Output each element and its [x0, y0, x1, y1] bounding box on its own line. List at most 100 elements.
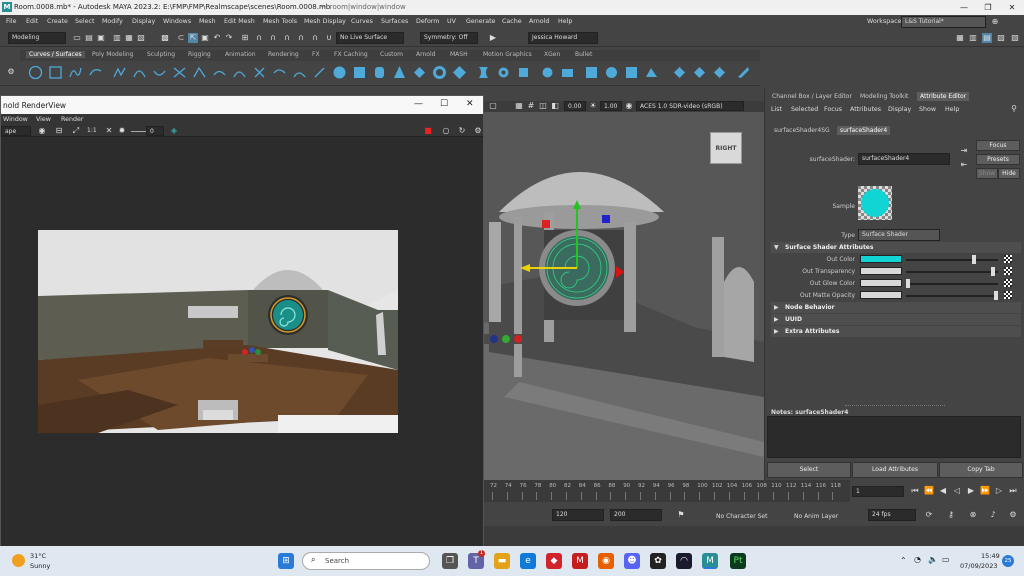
menu-mesh-tools[interactable]: Mesh Tools — [263, 18, 297, 25]
attr-color-swatch[interactable] — [860, 291, 902, 299]
insert-knot-icon[interactable] — [292, 65, 307, 80]
pencil-curve-icon[interactable] — [112, 65, 127, 80]
live-surface-dropdown[interactable]: No Live Surface — [336, 32, 404, 44]
render-current-frame-icon[interactable]: ▶ — [488, 33, 498, 43]
nurbs-sphere-icon[interactable] — [332, 65, 347, 80]
refresh-icon[interactable]: ↻ — [457, 126, 467, 136]
make-live-icon[interactable]: ∩ — [310, 33, 320, 43]
mode-dropdown[interactable]: Modeling — [8, 32, 66, 44]
ae-menu-focus[interactable]: Focus — [824, 106, 842, 113]
range-start-field[interactable]: 120 — [552, 509, 604, 521]
presets-button[interactable]: Presets — [976, 154, 1020, 165]
weather-text[interactable]: Sunny — [30, 562, 50, 570]
outliner-toggle-icon[interactable]: ▨ — [1010, 33, 1020, 43]
menu-curves[interactable]: Curves — [351, 18, 373, 25]
shelf-tab-fx[interactable]: FX — [312, 51, 320, 58]
paint-select-icon[interactable]: ▣ — [200, 33, 210, 43]
fit-icon[interactable]: ⤢ — [71, 126, 81, 136]
key-icon[interactable]: ⚷ — [946, 510, 956, 520]
planar-icon[interactable] — [496, 65, 511, 80]
step-forward-key-icon[interactable]: ⏩ — [980, 486, 990, 496]
attr-slider-track[interactable] — [906, 259, 998, 261]
open-scene-icon[interactable]: ▤ — [84, 33, 94, 43]
colorspace-dropdown[interactable]: ACES 1.0 SDR-video (sRGB) — [636, 101, 744, 111]
curve-tool-icon[interactable] — [172, 65, 187, 80]
menu-create[interactable]: Create — [47, 18, 68, 25]
tab-modeling-toolkit[interactable]: Modeling Toolkit — [857, 92, 911, 101]
extend-curve-icon[interactable] — [272, 65, 287, 80]
weather-temp[interactable]: 31°C — [30, 552, 46, 560]
mcafee-icon[interactable]: M — [572, 553, 588, 569]
maya-taskbar-icon[interactable]: M — [702, 553, 718, 569]
shelf-tab-xgen[interactable]: XGen — [544, 51, 560, 58]
preferences-icon[interactable]: ⚙ — [1008, 510, 1018, 520]
step-back-key-icon[interactable]: ⏪ — [924, 486, 934, 496]
attr-color-swatch[interactable] — [860, 267, 902, 275]
minimize-button[interactable]: — — [952, 1, 976, 14]
command-line[interactable] — [484, 526, 1024, 546]
select-by-object-type-icon[interactable]: ▩ — [160, 33, 170, 43]
exposure-field[interactable]: 0.00 — [564, 101, 586, 111]
ipr-icon[interactable]: ◈ — [169, 126, 179, 136]
menu-arnold[interactable]: Arnold — [529, 18, 549, 25]
office-icon[interactable]: ◆ — [546, 553, 562, 569]
wireframe-icon[interactable]: ◫ — [538, 101, 548, 111]
arnold-icon[interactable]: ◠ — [676, 553, 692, 569]
attach-surface-icon[interactable] — [692, 65, 707, 80]
save-scene-icon[interactable]: ▣ — [96, 33, 106, 43]
renderview-ratio-label[interactable]: 1:1 — [87, 127, 97, 134]
ae-menu-attributes[interactable]: Attributes — [850, 106, 881, 113]
nurbs-cube-icon[interactable] — [352, 65, 367, 80]
ae-menu-help[interactable]: Help — [945, 106, 959, 113]
select-component-icon[interactable]: ▧ — [136, 33, 146, 43]
smooth-shade-icon[interactable]: ◧ — [550, 101, 560, 111]
clock-time[interactable]: 15:49 — [981, 552, 1000, 560]
scene-viewport[interactable]: RIGHT — [484, 112, 764, 480]
shelf-tab-mash[interactable]: MASH — [450, 51, 468, 58]
circle-curve-icon[interactable] — [28, 65, 43, 80]
play-backwards-icon[interactable]: ◁ — [952, 486, 962, 496]
cv-curve-icon[interactable] — [68, 65, 83, 80]
snap-to-point-icon[interactable]: ∩ — [268, 33, 278, 43]
menu-edit-mesh[interactable]: Edit Mesh — [224, 18, 255, 25]
tool-settings-toggle-icon[interactable]: ▧ — [996, 33, 1006, 43]
output-connection-icon[interactable]: ⇤ — [959, 160, 969, 170]
menu-mesh-display[interactable]: Mesh Display — [304, 18, 346, 25]
maximize-button[interactable]: ❐ — [976, 1, 1000, 14]
image-plane-icon[interactable]: ▦ — [514, 101, 524, 111]
workspace-lock-icon[interactable]: ⊕ — [990, 17, 1000, 27]
gamma-icon[interactable]: ☀ — [588, 101, 598, 111]
map-texture-icon[interactable] — [1004, 255, 1012, 263]
square-curve-icon[interactable] — [48, 65, 63, 80]
input-connection-icon[interactable]: ⇥ — [959, 146, 969, 156]
character-set-label[interactable]: No Character Set — [716, 513, 767, 520]
select-button[interactable]: Select — [767, 462, 851, 478]
symmetry-dropdown[interactable]: Symmetry: Off — [420, 32, 478, 44]
renderview-menu-render[interactable]: Render — [61, 116, 83, 123]
boundary-icon[interactable] — [560, 65, 575, 80]
attr-slider-track[interactable] — [906, 295, 998, 297]
shelf-tab-rigging[interactable]: Rigging — [188, 51, 211, 58]
undo-icon[interactable]: ↶ — [212, 33, 222, 43]
attr-slider-handle[interactable] — [906, 279, 910, 288]
time-slider[interactable]: 72 74 76 78 80 82 84 86 88 90 92 94 96 98 100 102 104 106… — [484, 480, 850, 502]
loop-icon[interactable]: ⟳ — [924, 510, 934, 520]
section-extra-attributes[interactable]: Extra Attributes — [771, 326, 1021, 337]
ae-menu-list[interactable]: List — [771, 106, 782, 113]
attr-color-swatch[interactable] — [860, 255, 902, 263]
bezier-curve-icon[interactable] — [152, 65, 167, 80]
bevel-plus-icon[interactable] — [604, 65, 619, 80]
menu-deform[interactable]: Deform — [416, 18, 439, 25]
snapshot-icon[interactable]: ○ — [441, 126, 451, 136]
fps-dropdown[interactable]: 24 fps — [868, 509, 916, 521]
exposure-icon[interactable]: ✹ — [117, 126, 127, 136]
volume-icon[interactable]: 🔈 — [928, 555, 938, 564]
snap-to-grid-icon[interactable]: ⊞ — [240, 33, 250, 43]
arc-icon[interactable] — [132, 65, 147, 80]
menu-modify[interactable]: Modify — [102, 18, 123, 25]
renderview-maximize-button[interactable]: ☐ — [440, 99, 448, 109]
crop-icon[interactable]: ⊟ — [54, 126, 64, 136]
ae-pin-icon[interactable]: ⚲ — [1009, 104, 1019, 114]
renderview-close-button[interactable]: ✕ — [466, 99, 474, 109]
redo-icon[interactable]: ↷ — [224, 33, 234, 43]
